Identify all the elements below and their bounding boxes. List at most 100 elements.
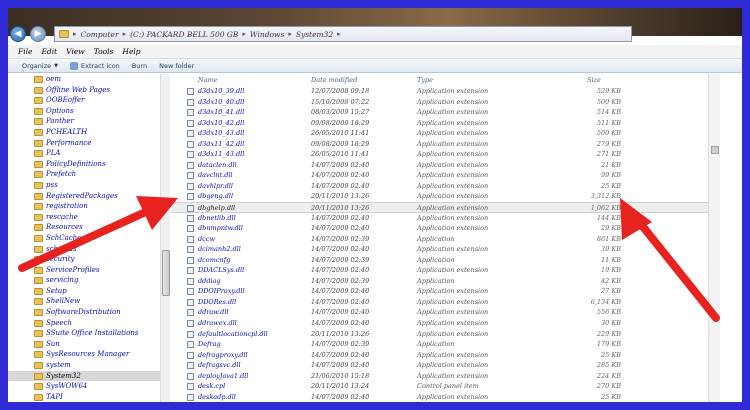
file-row[interactable]: d3dx10_43.dll 26/05/2010 11:41 Application… [171,128,708,139]
file-row[interactable]: d3dx10_39.dll 12/07/2008 09:18 Application… [171,86,708,97]
column-header-name[interactable]: Name [198,76,218,84]
file-row[interactable]: dbghelp.dll 20/11/2010 13:26 Application e… [171,202,708,213]
file-row[interactable]: d3dx10_42.dll 09/08/2009 18:29 Application… [171,118,708,129]
nav-item-label: Performance [46,138,92,147]
nav-item-resources[interactable]: Resources [8,222,160,233]
folder-icon [34,330,43,338]
file-row[interactable]: Defrag 14/07/2009 02:39 Application 179 KB [171,339,708,350]
folder-icon [34,372,43,380]
menu-tools[interactable]: Tools [94,47,114,56]
file-type: Application extension [417,129,489,138]
file-list-scroll-thumb[interactable] [711,146,719,154]
file-row[interactable]: dataclen.dll 14/07/2009 02:40 Application … [171,160,708,171]
file-date: 14/07/2009 02:40 [311,319,370,328]
nav-item-softwaredistribution[interactable]: SoftwareDistribution [8,307,160,318]
folder-icon [34,171,43,179]
nav-item-label: SysResources Manager [46,350,130,359]
nav-item-label: Offline Web Pages [46,85,111,94]
file-name: defaultlocationcpl.dll [198,329,268,338]
nav-item-registeredpackages[interactable]: RegisteredPackages [8,191,160,202]
menu-help[interactable]: Help [122,47,140,56]
file-row[interactable]: defragsvc.dll 14/07/2009 02:40 Application… [171,360,708,371]
nav-item-oobeoffer[interactable]: OOBEoffer [8,95,160,106]
file-row[interactable]: dbnetlib.dll 14/07/2009 02:40 Application … [171,213,708,224]
breadcrumb-system32[interactable]: System32 [296,30,333,39]
nav-item-pla[interactable]: PLA [8,148,160,159]
file-row[interactable]: defragproxy.dll 14/07/2009 02:40 Applicati… [171,350,708,361]
nav-item-system[interactable]: system [8,360,160,371]
nav-item-serviceprofiles[interactable]: ServiceProfiles [8,265,160,276]
file-icon [187,246,194,254]
file-type: Application [417,340,455,349]
file-row[interactable]: dcomcnfg 14/07/2009 02:39 Application 11 KB [171,255,708,266]
navigation-scrollbar[interactable] [160,74,170,402]
folder-icon [34,203,43,211]
file-list-scrollbar[interactable] [708,74,720,402]
nav-item-setup[interactable]: Setup [8,286,160,297]
file-row[interactable]: d3dx11_43.dll 26/05/2010 11:41 Application… [171,149,708,160]
file-row[interactable]: deskadp.dll 14/07/2009 02:40 Application e… [171,392,708,402]
menu-view[interactable]: View [66,47,85,56]
navigation-scroll-thumb[interactable] [162,250,170,296]
nav-item-policydefinitions[interactable]: PolicyDefinitions [8,159,160,170]
file-row[interactable]: dddiag 14/07/2009 02:39 Application 42 KB [171,276,708,287]
menu-file[interactable]: File [18,47,32,56]
column-header-type[interactable]: Type [417,76,433,84]
breadcrumb[interactable]: ▸ Computer ▸ (C:) PACKARD BELL 500 GB ▸ … [54,26,632,42]
burn-button[interactable]: Burn [132,62,147,70]
file-row[interactable]: DDACLSys.dll 14/07/2009 02:40 Application … [171,265,708,276]
file-row[interactable]: DDOIProxy.dll 14/07/2009 02:40 Application… [171,286,708,297]
nav-item-panther[interactable]: Panther [8,116,160,127]
nav-item-label: Resources [46,223,83,232]
nav-item-security[interactable]: security [8,254,160,265]
nav-item-syswow64[interactable]: SysWOW64 [8,381,160,392]
nav-item-rescache[interactable]: rescache [8,212,160,223]
nav-item-pchealth[interactable]: PCHEALTH [8,127,160,138]
file-row[interactable]: dcimanh2.dll 14/07/2009 02:40 Application … [171,244,708,255]
nav-item-offline-web-pages[interactable]: Offline Web Pages [8,85,160,96]
organize-button[interactable]: Organize ▼ [22,62,58,70]
file-row[interactable]: d3dx10_41.dll 08/03/2009 15:27 Application… [171,107,708,118]
breadcrumb-windows[interactable]: Windows [250,30,284,39]
nav-item-schemas[interactable]: schemas [8,244,160,255]
nav-item-oem[interactable]: oem [8,74,160,85]
file-row[interactable]: defaultlocationcpl.dll 20/11/2010 13:26 Ap… [171,329,708,340]
nav-item-system32[interactable]: System32 [8,370,160,382]
file-row[interactable]: davhlpr.dll 14/07/2009 02:40 Application e… [171,181,708,192]
file-row[interactable]: desk.cpl 20/11/2010 13:24 Control panel it… [171,381,708,392]
menu-edit[interactable]: Edit [41,47,57,56]
file-row[interactable]: d3dx11_42.dll 09/08/2009 18:29 Application… [171,139,708,150]
file-row[interactable]: d3dx10_40.dll 15/10/2008 07:22 Application… [171,97,708,108]
file-row[interactable]: dbgeng.dll 20/11/2010 13:26 Application ex… [171,191,708,202]
file-row[interactable]: ddraw.dll 14/07/2009 02:40 Application ext… [171,307,708,318]
nav-item-registration[interactable]: registration [8,201,160,212]
nav-item-schcache[interactable]: SchCache [8,233,160,244]
forward-button[interactable]: ▶ [30,26,46,42]
nav-item-options[interactable]: Options [8,106,160,117]
file-row[interactable]: dbnmpntw.dll 14/07/2009 02:40 Application … [171,223,708,234]
nav-item-tapi[interactable]: TAPI [8,392,160,402]
nav-item-pss[interactable]: pss [8,180,160,191]
file-row[interactable]: ddrawex.dll 14/07/2009 02:40 Application e… [171,318,708,329]
nav-item-ssuite-office-installations[interactable]: SSuite Office Installations [8,328,160,339]
new-folder-button[interactable]: New folder [159,62,194,70]
file-row[interactable]: davclnt.dll 14/07/2009 02:40 Application e… [171,170,708,181]
nav-item-performance[interactable]: Performance [8,138,160,149]
nav-item-servicing[interactable]: servicing [8,275,160,286]
nav-item-sun[interactable]: Sun [8,339,160,350]
file-row[interactable]: dccw 14/07/2009 02:39 Application 861 KB [171,234,708,245]
nav-item-sysresources-manager[interactable]: SysResources Manager [8,349,160,360]
nav-item-prefetch[interactable]: Prefetch [8,169,160,180]
file-size: 144 KB [596,213,621,222]
nav-item-speech[interactable]: Speech [8,318,160,329]
nav-item-shellnew[interactable]: ShellNew [8,296,160,307]
back-button[interactable]: ◀ [10,26,26,42]
file-size: 861 KB [596,234,621,243]
breadcrumb-drive[interactable]: (C:) PACKARD BELL 500 GB [130,30,238,39]
column-header-size[interactable]: Size [587,76,601,84]
breadcrumb-computer[interactable]: Computer [81,30,119,39]
column-header-date[interactable]: Date modified [311,76,357,84]
extract-icon-button[interactable]: Extract icon [69,61,120,70]
file-row[interactable]: deployJava1.dll 21/06/2010 15:18 Applicati… [171,371,708,382]
file-row[interactable]: DDORes.dll 14/07/2009 02:40 Application ex… [171,297,708,308]
